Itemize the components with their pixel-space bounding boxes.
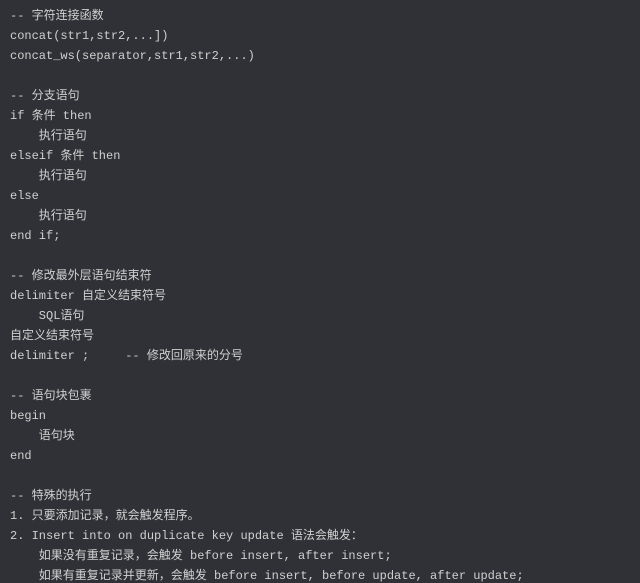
code-line: else	[10, 186, 630, 206]
code-line: 执行语句	[10, 126, 630, 146]
code-line	[10, 246, 630, 266]
code-line	[10, 66, 630, 86]
code-line: end	[10, 446, 630, 466]
code-line: 如果没有重复记录，会触发 before insert, after insert…	[10, 546, 630, 566]
code-line: -- 字符连接函数	[10, 6, 630, 26]
code-line: 2. Insert into on duplicate key update 语…	[10, 526, 630, 546]
code-line: -- 语句块包裹	[10, 386, 630, 406]
code-line: 执行语句	[10, 206, 630, 226]
code-block: -- 字符连接函数concat(str1,str2,...])concat_ws…	[0, 0, 640, 583]
code-line: 如果有重复记录并更新，会触发 before insert, before upd…	[10, 566, 630, 583]
code-line: begin	[10, 406, 630, 426]
code-line: delimiter 自定义结束符号	[10, 286, 630, 306]
code-line: SQL语句	[10, 306, 630, 326]
code-line: -- 分支语句	[10, 86, 630, 106]
code-line: -- 特殊的执行	[10, 486, 630, 506]
code-line: 1. 只要添加记录，就会触发程序。	[10, 506, 630, 526]
code-line	[10, 466, 630, 486]
code-line: end if;	[10, 226, 630, 246]
code-line: concat_ws(separator,str1,str2,...)	[10, 46, 630, 66]
code-line: 自定义结束符号	[10, 326, 630, 346]
code-line: if 条件 then	[10, 106, 630, 126]
code-line	[10, 366, 630, 386]
code-line: -- 修改最外层语句结束符	[10, 266, 630, 286]
code-line: 执行语句	[10, 166, 630, 186]
code-line: concat(str1,str2,...])	[10, 26, 630, 46]
code-line: elseif 条件 then	[10, 146, 630, 166]
code-line: delimiter ; -- 修改回原来的分号	[10, 346, 630, 366]
code-line: 语句块	[10, 426, 630, 446]
